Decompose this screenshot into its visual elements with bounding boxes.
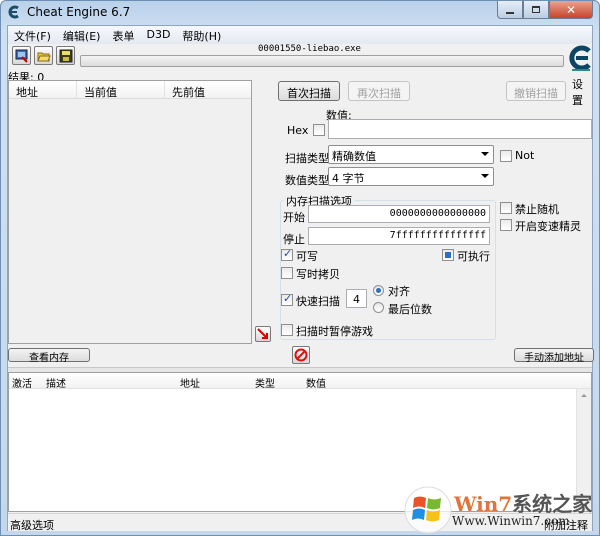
value-type-label: 数值类型 (285, 174, 329, 187)
pause-while-scanning-label: 扫描时暂停游戏 (296, 325, 373, 338)
executable-checkbox[interactable] (442, 249, 454, 261)
column-type[interactable]: 类型 (255, 375, 275, 390)
address-list-header: 激活 描述 地址 类型 数值 (9, 373, 591, 390)
process-name: 00001550-liebao.exe (258, 44, 361, 54)
copy-on-write-checkbox[interactable] (281, 267, 293, 279)
minimize-icon (506, 11, 514, 14)
open-folder-icon (36, 52, 51, 61)
scan-type-select[interactable]: 精确数值 (328, 145, 494, 164)
speedhack-label: 开启变速精灵 (515, 220, 581, 233)
align-label: 对齐 (388, 285, 410, 298)
title-bar[interactable]: Cheat Engine 6.7 ✕ (1, 1, 599, 25)
column-address[interactable]: 地址 (180, 375, 200, 390)
column-value[interactable]: 数值 (306, 375, 326, 390)
menu-bar: 文件(F) 编辑(E) 表单 D3D 帮助(H) (8, 26, 592, 44)
value-type-select[interactable]: 4 字节 (328, 167, 494, 186)
status-bar: 高级选项 附加注释 (8, 513, 592, 533)
stop-address-input[interactable]: 7fffffffffffffff (308, 227, 490, 245)
menu-help[interactable]: 帮助(H) (176, 26, 227, 44)
window-title: Cheat Engine 6.7 (27, 5, 131, 19)
save-button[interactable] (56, 46, 75, 65)
chevron-down-icon (481, 174, 489, 178)
column-active[interactable]: 激活 (12, 375, 32, 390)
open-file-button[interactable] (34, 46, 53, 65)
undo-scan-button[interactable]: 撤销扫描 (506, 81, 566, 101)
scan-progress-bar (80, 55, 564, 67)
align-radio[interactable] (373, 285, 384, 296)
results-list-header: 地址 当前值 先前值 (9, 81, 251, 99)
cheat-engine-icon (8, 5, 19, 19)
value-input[interactable] (328, 119, 592, 139)
writable-label: 可写 (296, 250, 318, 263)
first-scan-button[interactable]: 首次扫描 (278, 81, 340, 101)
disable-random-checkbox[interactable] (500, 202, 512, 214)
menu-edit[interactable]: 编辑(E) (57, 26, 107, 44)
fast-scan-label: 快速扫描 (296, 295, 340, 308)
table-extras-label[interactable]: 附加注释 (544, 517, 588, 533)
close-icon: ✕ (565, 2, 577, 17)
cheat-engine-logo-icon[interactable] (568, 44, 594, 74)
column-previous-value[interactable]: 先前值 (165, 81, 251, 99)
column-current-value[interactable]: 当前值 (77, 81, 165, 99)
menu-file[interactable]: 文件(F) (8, 26, 57, 44)
address-list-scrollbar[interactable] (576, 389, 591, 511)
last-digits-label: 最后位数 (388, 303, 432, 316)
column-address[interactable]: 地址 (9, 81, 77, 99)
select-process-icon (15, 49, 28, 63)
prohibited-icon (294, 348, 308, 362)
client-area: 文件(F) 编辑(E) 表单 D3D 帮助(H) 00001550-liebao… (7, 25, 594, 533)
copy-on-write-label: 写时拷贝 (296, 268, 340, 281)
speedhack-checkbox[interactable] (500, 219, 512, 231)
pause-while-scanning-checkbox[interactable] (281, 324, 293, 336)
not-label: Not (515, 149, 535, 162)
hex-checkbox[interactable] (313, 124, 325, 136)
scroll-up-icon[interactable] (581, 394, 587, 397)
fast-scan-input[interactable]: 4 (346, 289, 367, 308)
fast-scan-checkbox[interactable] (281, 292, 293, 306)
chevron-down-icon (481, 152, 489, 156)
copy-to-address-list-button[interactable] (255, 326, 271, 342)
main-window: Cheat Engine 6.7 ✕ 文件(F) 编辑(E) 表单 D3D 帮助… (0, 0, 600, 536)
start-address-input[interactable]: 0000000000000000 (308, 205, 490, 223)
add-address-manually-button[interactable]: 手动添加地址 (514, 348, 594, 364)
maximize-icon (532, 6, 540, 13)
menu-table[interactable]: 表单 (106, 26, 140, 44)
advanced-options-label[interactable]: 高级选项 (10, 517, 54, 533)
red-arrow-icon (257, 328, 268, 339)
stop-label: 停止 (283, 233, 305, 246)
view-memory-button[interactable]: 查看内存 (8, 348, 90, 364)
executable-label: 可执行 (457, 250, 490, 263)
last-digits-radio[interactable] (373, 302, 384, 313)
scan-type-label: 扫描类型 (285, 152, 329, 165)
disable-random-label: 禁止随机 (515, 203, 559, 216)
results-list[interactable]: 地址 当前值 先前值 (8, 80, 252, 344)
stop-button[interactable] (292, 346, 310, 364)
minimize-button[interactable] (497, 1, 523, 19)
settings-label[interactable]: 设置 (572, 76, 592, 108)
close-button[interactable]: ✕ (549, 1, 593, 19)
hex-label: Hex (287, 124, 309, 137)
value-type-value: 4 字节 (332, 172, 365, 185)
next-scan-button[interactable]: 再次扫描 (348, 81, 410, 101)
select-process-button[interactable] (12, 46, 31, 65)
scan-type-value: 精确数值 (332, 150, 376, 163)
not-checkbox[interactable] (500, 150, 512, 162)
menu-d3d[interactable]: D3D (140, 26, 176, 44)
address-list[interactable]: 激活 描述 地址 类型 数值 (8, 372, 592, 512)
column-description[interactable]: 描述 (46, 375, 66, 390)
save-icon (59, 49, 72, 62)
start-label: 开始 (283, 211, 305, 224)
maximize-button[interactable] (523, 1, 549, 19)
writable-checkbox[interactable] (281, 247, 293, 261)
